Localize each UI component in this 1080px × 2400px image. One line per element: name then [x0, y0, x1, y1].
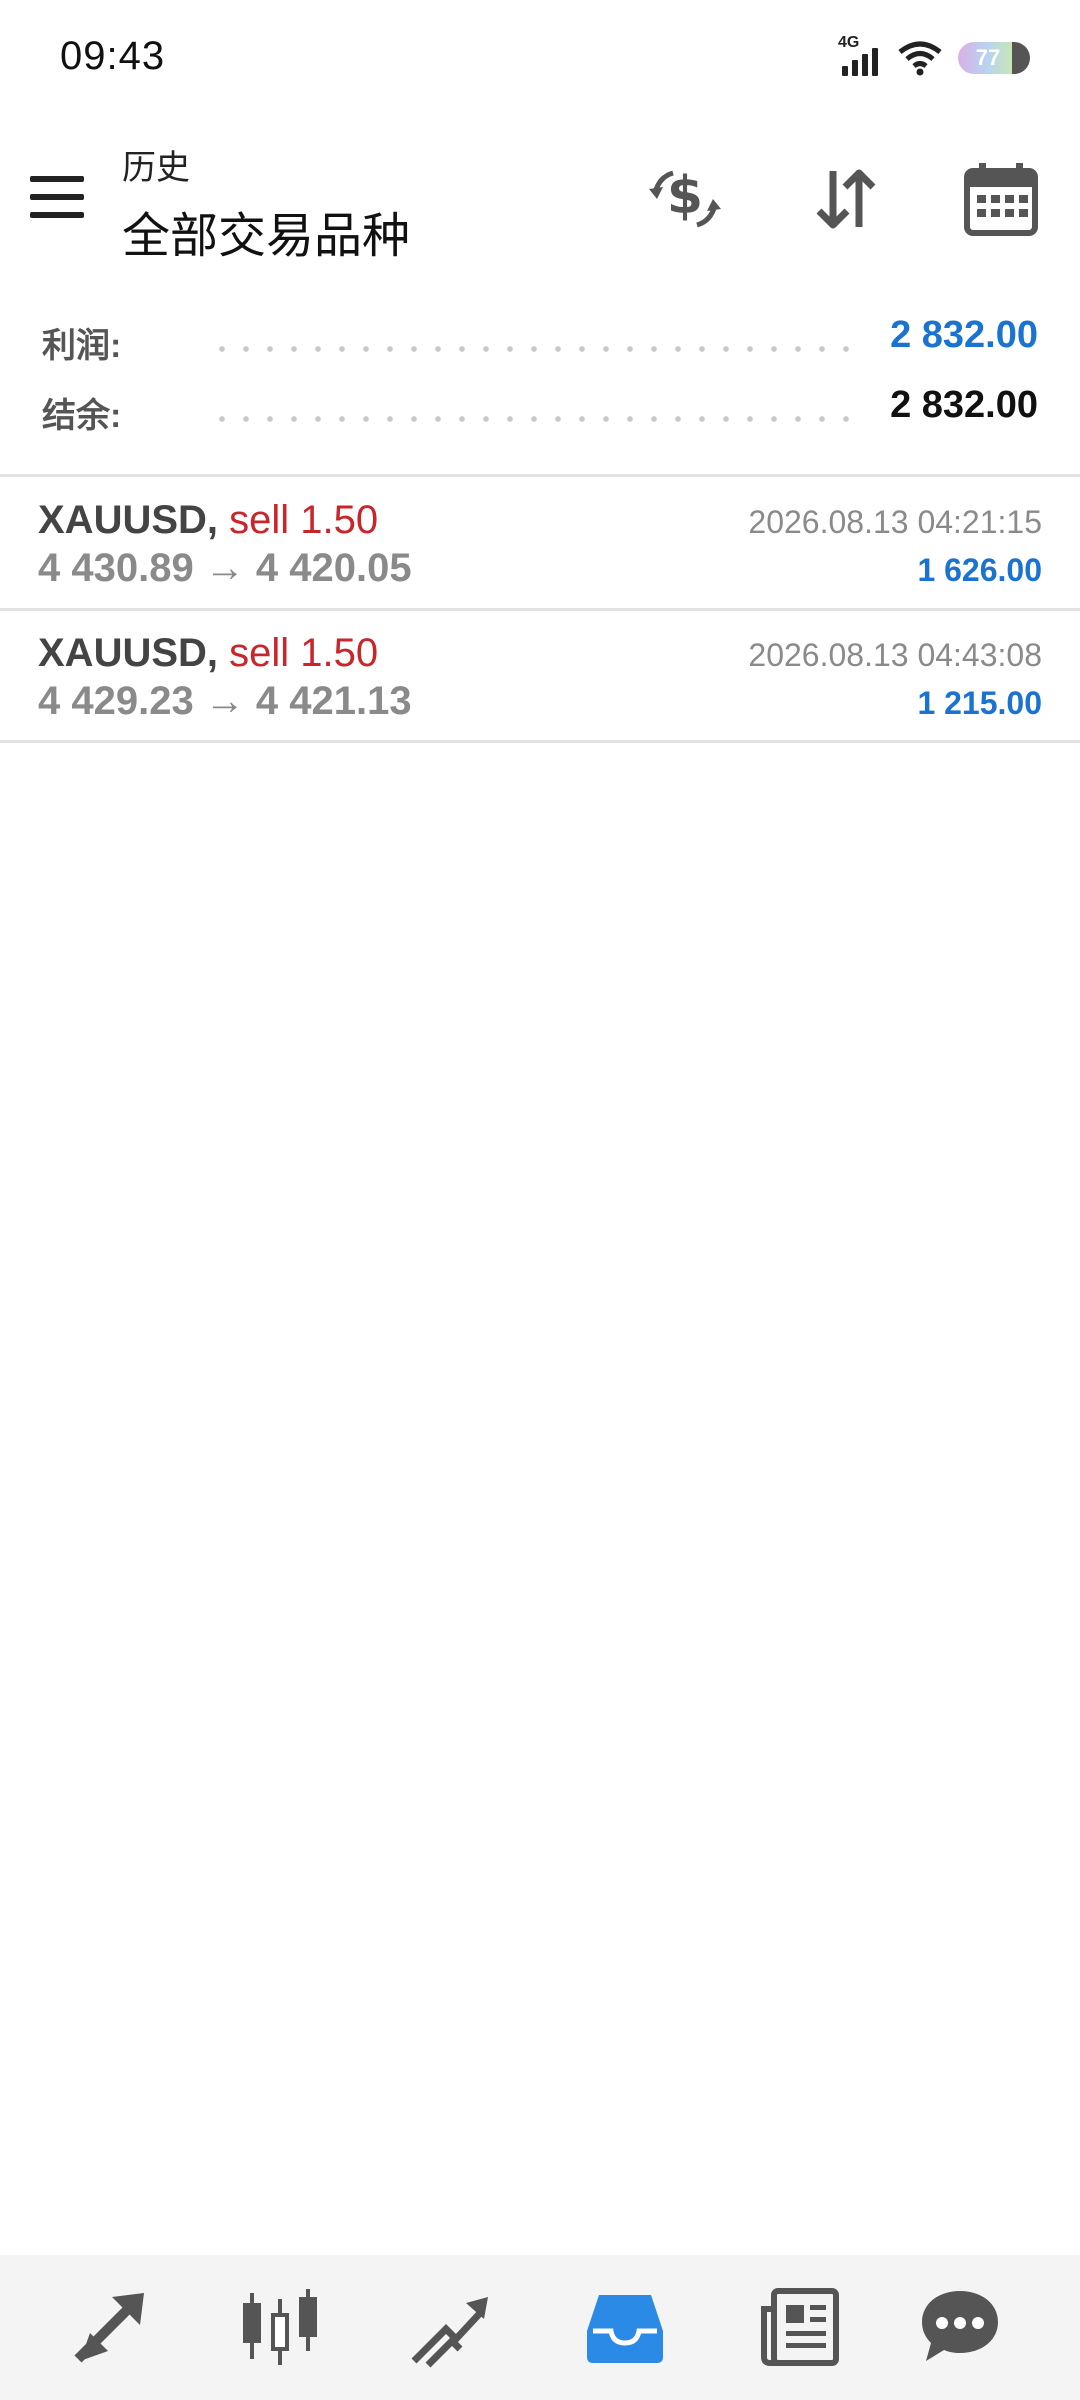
news-icon	[761, 2288, 839, 2366]
deal-profit: 1 215.00	[917, 685, 1042, 721]
deal-time: 2026.08.13 04:43:08	[748, 637, 1042, 673]
page-title[interactable]: 全部交易品种	[122, 196, 410, 266]
divider	[0, 474, 1080, 477]
battery-level: 77	[975, 45, 1001, 70]
deal-symbol-line: XAUUSD, sell 1.50	[38, 631, 378, 676]
nav-quotes[interactable]	[60, 2277, 160, 2377]
profit-label: 利润:	[42, 327, 122, 365]
balance-label: 结余:	[42, 397, 122, 435]
currency-exchange-icon: $	[649, 166, 721, 228]
profit-row: 利润: 2 832.00	[0, 310, 1080, 370]
deal-symbol: XAUUSD,	[38, 498, 219, 542]
battery-icon: 77	[958, 42, 1030, 74]
status-icons: 4G 77	[838, 34, 1030, 78]
messages-icon	[922, 2291, 998, 2361]
status-time: 09:43	[60, 34, 166, 78]
deal-side: sell 1.50	[229, 631, 379, 675]
trade-icon	[411, 2297, 488, 2368]
deal-prices: 4 430.89 → 4 420.05	[38, 546, 412, 590]
dotted-leader	[210, 346, 860, 352]
deal-prices: 4 429.23 → 4 421.13	[38, 679, 412, 723]
profit-value: 2 832.00	[890, 314, 1038, 356]
bottom-navigation	[0, 2255, 1080, 2400]
wifi-icon	[898, 41, 942, 76]
deal-symbol: XAUUSD,	[38, 631, 219, 675]
balance-value: 2 832.00	[890, 384, 1038, 426]
deal-symbol-line: XAUUSD, sell 1.50	[38, 498, 378, 543]
currency-exchange-button[interactable]: $	[640, 154, 730, 244]
status-bar: 09:43 4G 77	[0, 0, 1080, 120]
app-header: 历史 全部交易品种 $	[0, 130, 1080, 270]
deal-row[interactable]: XAUUSD, sell 1.50 4 430.89 → 4 420.05 20…	[0, 478, 1080, 608]
deal-side: sell 1.50	[229, 498, 379, 542]
deal-time: 2026.08.13 04:21:15	[748, 504, 1042, 540]
chart-icon	[243, 2289, 317, 2365]
quotes-icon	[74, 2293, 144, 2363]
deal-row[interactable]: XAUUSD, sell 1.50 4 429.23 → 4 421.13 20…	[0, 611, 1080, 741]
sort-icon	[816, 169, 876, 229]
history-icon	[587, 2295, 663, 2363]
nav-messages[interactable]	[910, 2277, 1010, 2377]
menu-button[interactable]	[30, 174, 90, 222]
nav-history[interactable]	[575, 2277, 675, 2377]
deal-profit: 1 626.00	[917, 552, 1042, 588]
page-subtitle: 历史	[122, 149, 190, 187]
sort-button[interactable]	[800, 154, 890, 244]
nav-chart[interactable]	[230, 2277, 330, 2377]
nav-news[interactable]	[750, 2277, 850, 2377]
balance-row: 结余: 2 832.00	[0, 380, 1080, 440]
calendar-button[interactable]	[956, 154, 1046, 244]
dotted-leader	[210, 416, 860, 422]
nav-trade[interactable]	[400, 2277, 500, 2377]
divider	[0, 740, 1080, 743]
calendar-icon	[964, 163, 1038, 236]
network-type: 4G	[838, 34, 860, 51]
signal-icon: 4G	[838, 34, 882, 78]
